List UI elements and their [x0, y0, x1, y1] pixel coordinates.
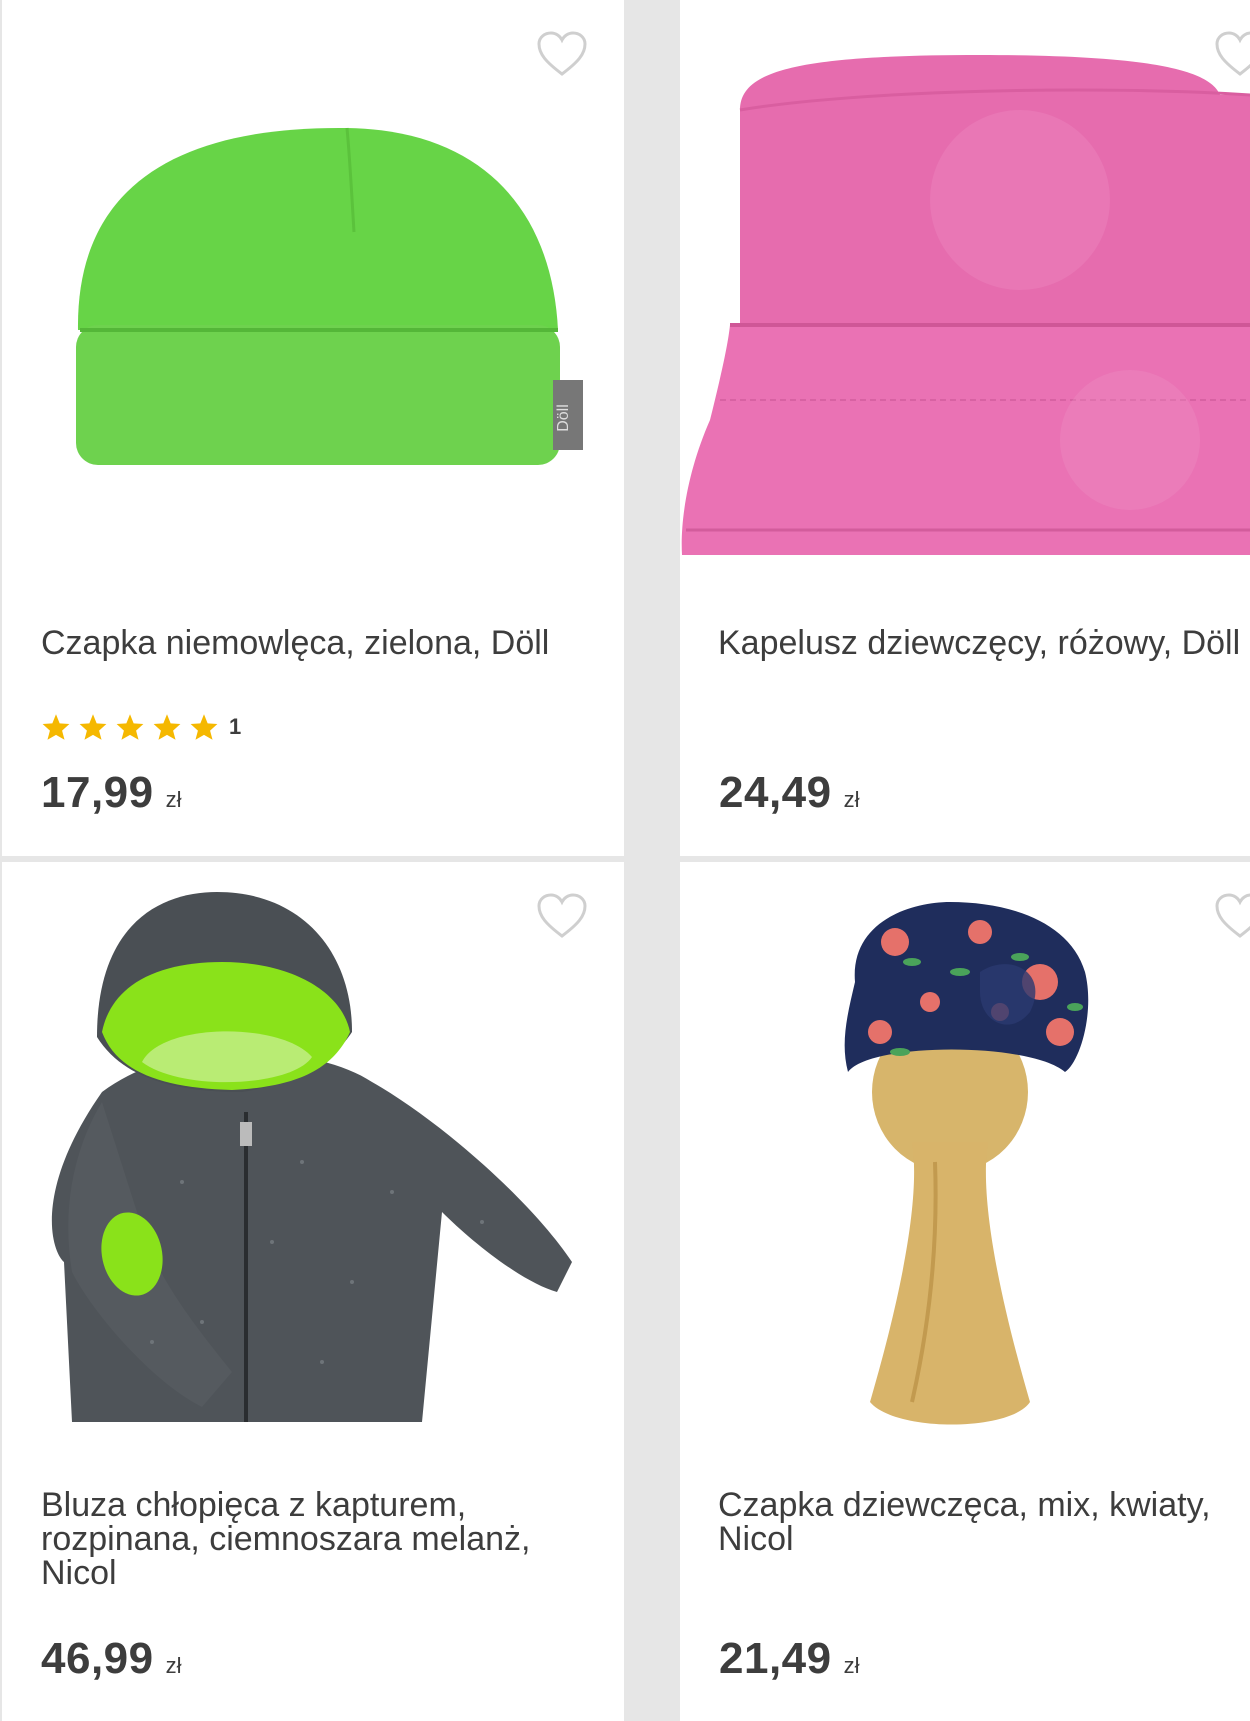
- favorite-heart-icon[interactable]: [1214, 892, 1250, 940]
- price-amount: 46,99: [41, 1634, 154, 1683]
- product-image[interactable]: [680, 0, 1250, 580]
- star-icon: [116, 714, 144, 740]
- price-currency: zł: [165, 1653, 182, 1678]
- price-amount: 24,49: [719, 768, 832, 817]
- brand-tag: Döll: [555, 404, 572, 432]
- product-image[interactable]: [680, 862, 1250, 1442]
- star-icon: [190, 714, 218, 740]
- price: 17,99 zł: [41, 768, 182, 818]
- price-currency: zł: [843, 787, 860, 812]
- price-currency: zł: [165, 787, 182, 812]
- favorite-heart-icon[interactable]: [1214, 30, 1250, 78]
- star-icon: [42, 714, 70, 740]
- product-title[interactable]: Bluza chłopięca z kapturem, rozpinana, c…: [41, 1488, 601, 1590]
- product-title[interactable]: Czapka dziewczęca, mix, kwiaty, Nicol: [718, 1488, 1248, 1556]
- rating-count: 1: [229, 714, 242, 739]
- product-title[interactable]: Kapelusz dziewczęcy, różowy, Döll: [718, 626, 1248, 660]
- price-amount: 21,49: [719, 1634, 832, 1683]
- product-image[interactable]: [2, 862, 624, 1442]
- product-card[interactable]: Kapelusz dziewczęcy, różowy, Döll 24,49 …: [680, 0, 1250, 856]
- price: 46,99 zł: [41, 1634, 182, 1684]
- product-card[interactable]: Bluza chłopięca z kapturem, rozpinana, c…: [2, 862, 624, 1721]
- price: 21,49 zł: [719, 1634, 860, 1684]
- price-amount: 17,99: [41, 768, 154, 817]
- favorite-heart-icon[interactable]: [536, 30, 588, 78]
- star-icon: [153, 714, 181, 740]
- product-image[interactable]: Döll: [2, 0, 624, 580]
- price: 24,49 zł: [719, 768, 860, 818]
- product-card[interactable]: Döll Czapka niemowlęca, zielona, Döll 1 …: [2, 0, 624, 856]
- favorite-heart-icon[interactable]: [536, 892, 588, 940]
- star-icon: [79, 714, 107, 740]
- rating: 1: [41, 713, 241, 741]
- product-card[interactable]: Czapka dziewczęca, mix, kwiaty, Nicol 21…: [680, 862, 1250, 1721]
- product-title[interactable]: Czapka niemowlęca, zielona, Döll: [41, 626, 601, 660]
- price-currency: zł: [843, 1653, 860, 1678]
